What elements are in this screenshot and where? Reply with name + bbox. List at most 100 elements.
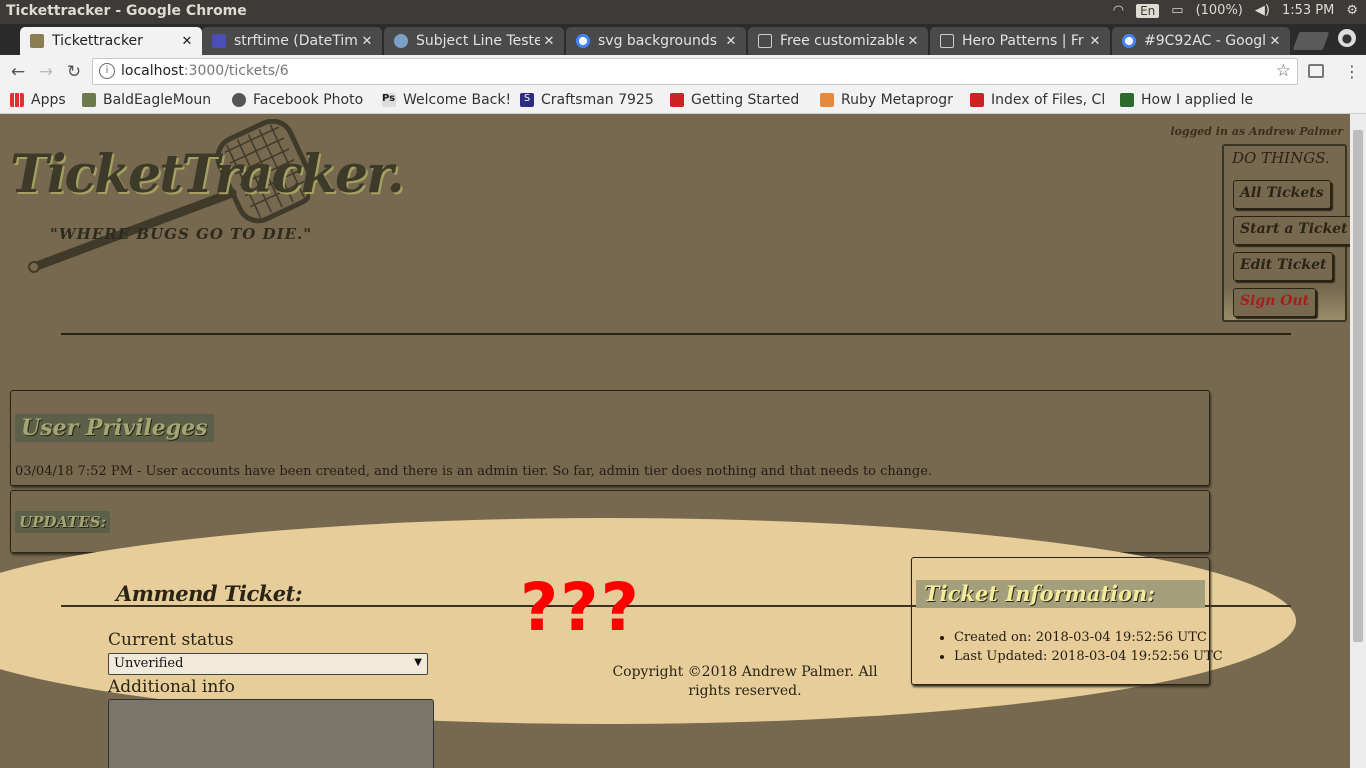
bookmark-apps[interactable]: Apps	[10, 92, 66, 108]
site-tagline: "WHERE BUGS GO TO DIE."	[50, 225, 313, 243]
tab-label: Hero Patterns | Fr	[962, 33, 1084, 49]
volume-icon[interactable]: ◀)	[1255, 3, 1270, 18]
tab-strftime[interactable]: strftime (DateTim ✕	[202, 27, 382, 55]
tab-close-icon[interactable]: ✕	[358, 34, 376, 49]
tab-free-customizable[interactable]: Free customizable ✕	[748, 27, 928, 55]
question-annotation: ???	[520, 569, 641, 646]
bookmark-label: Getting Started	[691, 92, 800, 108]
start-ticket-button[interactable]: Start a Ticket	[1233, 216, 1350, 245]
google-favicon-icon	[576, 34, 590, 48]
tab-hero-patterns[interactable]: Hero Patterns | Fr ✕	[930, 27, 1110, 55]
back-arrow-icon[interactable]: ←	[6, 60, 30, 84]
tab-close-icon[interactable]: ✕	[1086, 34, 1104, 49]
subject-line-favicon-icon	[394, 34, 408, 48]
tab-close-icon[interactable]: ✕	[178, 34, 196, 49]
status-value: Unverified	[114, 656, 184, 671]
tab-label: Tickettracker	[52, 33, 143, 49]
edit-ticket-button[interactable]: Edit Ticket	[1233, 252, 1334, 281]
ps-icon: Ps	[382, 93, 396, 107]
url-host: localhost	[121, 63, 184, 79]
url-text: localhost:3000/tickets/6	[121, 63, 289, 79]
bookmark-how-i-applied[interactable]: How I applied le	[1120, 92, 1256, 108]
site-info-icon[interactable]: i	[99, 63, 115, 79]
strftime-favicon-icon	[212, 34, 226, 48]
page-scrollbar[interactable]	[1350, 114, 1366, 768]
status-select[interactable]: Unverified ▼	[108, 653, 428, 675]
divider	[61, 333, 1291, 335]
profile-icon[interactable]: ●	[1338, 29, 1356, 47]
bookmark-label: Craftsman 7925	[541, 92, 654, 108]
wifi-icon[interactable]: ◠	[1113, 3, 1124, 18]
scrollbar-thumb[interactable]	[1353, 130, 1363, 642]
status-label: Current status	[108, 630, 234, 650]
browser-toolbar: ← → ↻ i localhost:3000/tickets/6 ☆ ⋮	[0, 55, 1366, 88]
bookmark-favicon-icon	[1120, 93, 1134, 107]
bookmark-index-of-files[interactable]: Index of Files, Cl	[970, 92, 1108, 108]
window-title: Tickettracker - Google Chrome	[6, 3, 247, 19]
sign-out-button[interactable]: Sign Out	[1233, 288, 1317, 317]
tab-tickettracker[interactable]: Tickettracker ✕	[20, 27, 202, 55]
bookmark-ruby-metaprog[interactable]: Ruby Metaprogr	[820, 92, 960, 108]
bookmark-getting-started[interactable]: Getting Started	[670, 92, 808, 108]
bookmark-label: Ruby Metaprogr	[841, 92, 953, 108]
ammend-ticket-heading: Ammend Ticket:	[116, 581, 303, 606]
action-sidebar: DO THINGS. All Tickets Start a Ticket Ed…	[1222, 144, 1350, 322]
tab-label: strftime (DateTim	[234, 33, 358, 49]
bookmark-star-icon[interactable]: ☆	[1276, 61, 1291, 81]
menu-kebab-icon[interactable]: ⋮	[1344, 62, 1360, 81]
os-title-bar: Tickettracker - Google Chrome ◠ En ▭ (10…	[0, 0, 1366, 24]
battery-percent: (100%)	[1195, 3, 1243, 18]
reload-icon[interactable]: ↻	[62, 60, 86, 84]
created-on-item: Created on: 2018-03-04 19:52:56 UTC	[954, 628, 1223, 647]
bookmark-facebook-photo[interactable]: Facebook Photo	[232, 92, 370, 108]
tab-9c92ac-google[interactable]: #9C92AC - Google ✕	[1112, 27, 1290, 55]
address-bar[interactable]: i localhost:3000/tickets/6 ☆	[92, 58, 1298, 85]
bookmark-favicon-icon	[670, 93, 684, 107]
bookmark-label: Index of Files, Cl	[991, 92, 1106, 108]
all-tickets-button[interactable]: All Tickets	[1233, 180, 1331, 209]
ticket-info-panel: Ticket Information: Created on: 2018-03-…	[911, 557, 1223, 685]
privileges-entry: 03/04/18 7:52 PM - User accounts have be…	[15, 464, 933, 479]
keyboard-language[interactable]: En	[1136, 3, 1160, 18]
bookmark-baldeagle[interactable]: BaldEagleMoun	[82, 92, 220, 108]
clock[interactable]: 1:53 PM	[1282, 3, 1334, 18]
tab-close-icon[interactable]: ✕	[1266, 34, 1284, 49]
page-viewport: logged in as Andrew Palmer TicketTracker…	[0, 114, 1350, 768]
tab-strip: Tickettracker ✕ strftime (DateTim ✕ Subj…	[0, 24, 1366, 55]
system-tray: ◠ En ▭ (100%) ◀) 1:53 PM ⚙	[1113, 3, 1358, 18]
page-favicon-icon	[940, 34, 954, 48]
forward-arrow-icon[interactable]: →	[34, 60, 58, 84]
additional-info-textarea[interactable]	[108, 699, 434, 768]
tab-close-icon[interactable]: ✕	[540, 34, 558, 49]
bookmark-label: Welcome Back!	[403, 92, 512, 108]
panel-heading: User Privileges	[15, 414, 214, 442]
tab-label: Subject Line Teste	[416, 33, 540, 49]
bookmark-favicon-icon	[970, 93, 984, 107]
apps-grid-icon	[10, 93, 24, 107]
google-favicon-icon	[1122, 34, 1136, 48]
tab-close-icon[interactable]: ✕	[722, 34, 740, 49]
camera-icon	[232, 93, 246, 107]
site-logo[interactable]: TicketTracker.	[10, 144, 405, 205]
bookmark-label: Facebook Photo	[253, 92, 364, 108]
last-updated-item: Last Updated: 2018-03-04 19:52:56 UTC	[954, 647, 1223, 666]
url-path: :3000/tickets/6	[183, 63, 289, 79]
tab-label: svg backgrounds	[598, 33, 718, 49]
bookmark-label: BaldEagleMoun	[103, 92, 212, 108]
bookmark-label: Apps	[31, 92, 66, 108]
settings-gear-icon[interactable]: ⚙	[1346, 3, 1358, 18]
sidebar-title: DO THINGS.	[1232, 149, 1330, 167]
tab-close-icon[interactable]: ✕	[904, 34, 922, 49]
extension-icon[interactable]	[1308, 64, 1324, 78]
panel-heading: UPDATES:	[15, 511, 111, 533]
bookmarks-bar: Apps BaldEagleMoun Facebook Photo Ps Wel…	[0, 88, 1366, 114]
tab-svg-backgrounds[interactable]: svg backgrounds ✕	[566, 27, 746, 55]
ticket-info-list: Created on: 2018-03-04 19:52:56 UTC Last…	[938, 628, 1223, 666]
tab-subject-line[interactable]: Subject Line Teste ✕	[384, 27, 564, 55]
dropdown-caret-icon: ▼	[414, 657, 422, 668]
new-tab-button[interactable]	[1292, 32, 1330, 50]
s-icon: S	[520, 93, 534, 107]
battery-icon[interactable]: ▭	[1171, 3, 1183, 18]
bookmark-craftsman[interactable]: S Craftsman 7925	[520, 92, 658, 108]
bookmark-welcome-back[interactable]: Ps Welcome Back!	[382, 92, 511, 108]
